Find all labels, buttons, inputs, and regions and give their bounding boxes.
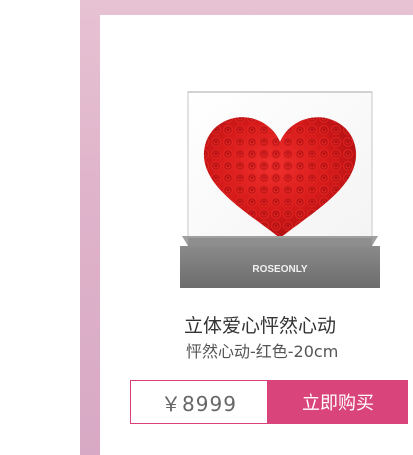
brand-label: ROSEONLY: [252, 264, 308, 275]
rose-heart-box-illustration: ROSEONLY: [180, 91, 380, 288]
product-subtitle: 怦然心动-红色-20cm: [186, 342, 339, 361]
buy-now-button[interactable]: 立即购买: [268, 380, 408, 424]
price-value: ￥8999: [161, 391, 237, 416]
buy-now-label: 立即购买: [302, 393, 374, 414]
product-title[interactable]: 立体爱心怦然心动: [184, 312, 404, 340]
price-display: ￥8999: [130, 380, 268, 424]
rose-heart-box-image[interactable]: ROSEONLY: [174, 88, 386, 288]
product-page: ROSEONLY 立体爱心怦然心动 怦然心动-红色-20cm ￥8999 立即购…: [0, 0, 413, 455]
